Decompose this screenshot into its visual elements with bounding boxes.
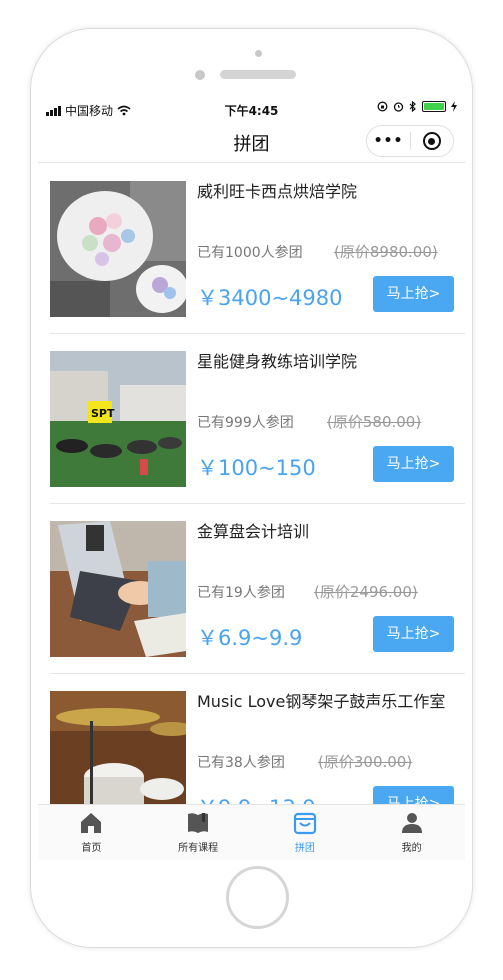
tab-mine[interactable]: 我的 <box>358 805 465 860</box>
group-price: ￥9.9~13.9 <box>197 792 316 804</box>
home-button[interactable] <box>226 866 289 929</box>
target-icon <box>422 132 441 150</box>
course-name: 金算盘会计培训 <box>197 522 310 541</box>
alarm-icon <box>393 102 404 112</box>
course-image-accounting[interactable] <box>50 521 186 657</box>
rotation-lock-icon <box>377 101 388 112</box>
group-price: ￥100~150 <box>197 456 316 480</box>
original-price: (原价8980.00) <box>334 243 438 261</box>
status-right <box>377 101 457 112</box>
nav-bar: 拼团 ••• <box>38 121 465 163</box>
svg-text:SPT: SPT <box>91 407 115 420</box>
course-image-baking[interactable] <box>50 181 186 317</box>
close-button[interactable] <box>411 132 453 150</box>
grab-button[interactable]: 马上抢> <box>373 446 454 482</box>
tab-label: 我的 <box>401 843 422 854</box>
screen: 中国移动 下午4:45 拼团 ••• 威利旺卡西点烘焙学院 已有1000人参团 … <box>38 97 465 860</box>
earpiece-speaker <box>220 70 296 79</box>
tab-label: 首页 <box>81 843 102 854</box>
miniprogram-capsule: ••• <box>366 125 454 157</box>
grab-button[interactable]: 马上抢> <box>373 786 454 804</box>
list-item[interactable]: 威利旺卡西点烘焙学院 已有1000人参团 (原价8980.00) ￥3400~4… <box>38 164 465 334</box>
group-price: ￥3400~4980 <box>197 286 343 310</box>
list-item[interactable]: Music Love钢琴架子鼓声乐工作室 已有38人参团 (原价300.00) … <box>38 674 465 804</box>
tab-bar: 首页 所有课程 拼团 我的 <box>38 804 465 860</box>
front-sensor <box>255 50 262 57</box>
battery-icon <box>422 101 446 112</box>
tab-group-buy[interactable]: 拼团 <box>252 805 359 860</box>
status-bar: 中国移动 下午4:45 <box>38 97 465 121</box>
home-icon <box>81 813 102 833</box>
grab-button[interactable]: 马上抢> <box>373 276 454 312</box>
tab-home[interactable]: 首页 <box>38 805 145 860</box>
book-icon <box>188 813 209 833</box>
course-image-drums[interactable] <box>50 691 186 804</box>
participant-count: 已有38人参团 <box>197 755 285 771</box>
course-image-fitness[interactable]: SPT <box>50 351 186 487</box>
list-item[interactable]: 金算盘会计培训 已有19人参团 (原价2496.00) ￥6.9~9.9 马上抢… <box>38 504 465 674</box>
original-price: (原价2496.00) <box>314 583 418 601</box>
original-price: (原价300.00) <box>318 753 413 771</box>
charging-icon <box>451 101 457 112</box>
course-name: Music Love钢琴架子鼓声乐工作室 <box>197 692 446 711</box>
bluetooth-icon <box>409 101 416 112</box>
user-icon <box>401 813 422 833</box>
more-button[interactable]: ••• <box>367 133 410 149</box>
group-buy-list[interactable]: 威利旺卡西点烘焙学院 已有1000人参团 (原价8980.00) ￥3400~4… <box>38 164 465 804</box>
group-price: ￥6.9~9.9 <box>197 626 303 650</box>
grab-button[interactable]: 马上抢> <box>373 616 454 652</box>
tab-label: 所有课程 <box>178 843 219 854</box>
original-price: (原价580.00) <box>327 413 422 431</box>
list-item[interactable]: SPT 星能健身教练培训学院 已有999人参团 (原价580.00) ￥100~… <box>38 334 465 504</box>
tab-courses[interactable]: 所有课程 <box>145 805 252 860</box>
participant-count: 已有1000人参团 <box>197 245 303 261</box>
participant-count: 已有19人参团 <box>197 585 285 601</box>
course-name: 星能健身教练培训学院 <box>197 352 358 371</box>
course-name: 威利旺卡西点烘焙学院 <box>197 182 358 201</box>
tab-label: 拼团 <box>294 843 315 854</box>
shopping-bag-icon <box>293 812 316 835</box>
participant-count: 已有999人参团 <box>197 415 294 431</box>
front-camera <box>195 70 205 80</box>
